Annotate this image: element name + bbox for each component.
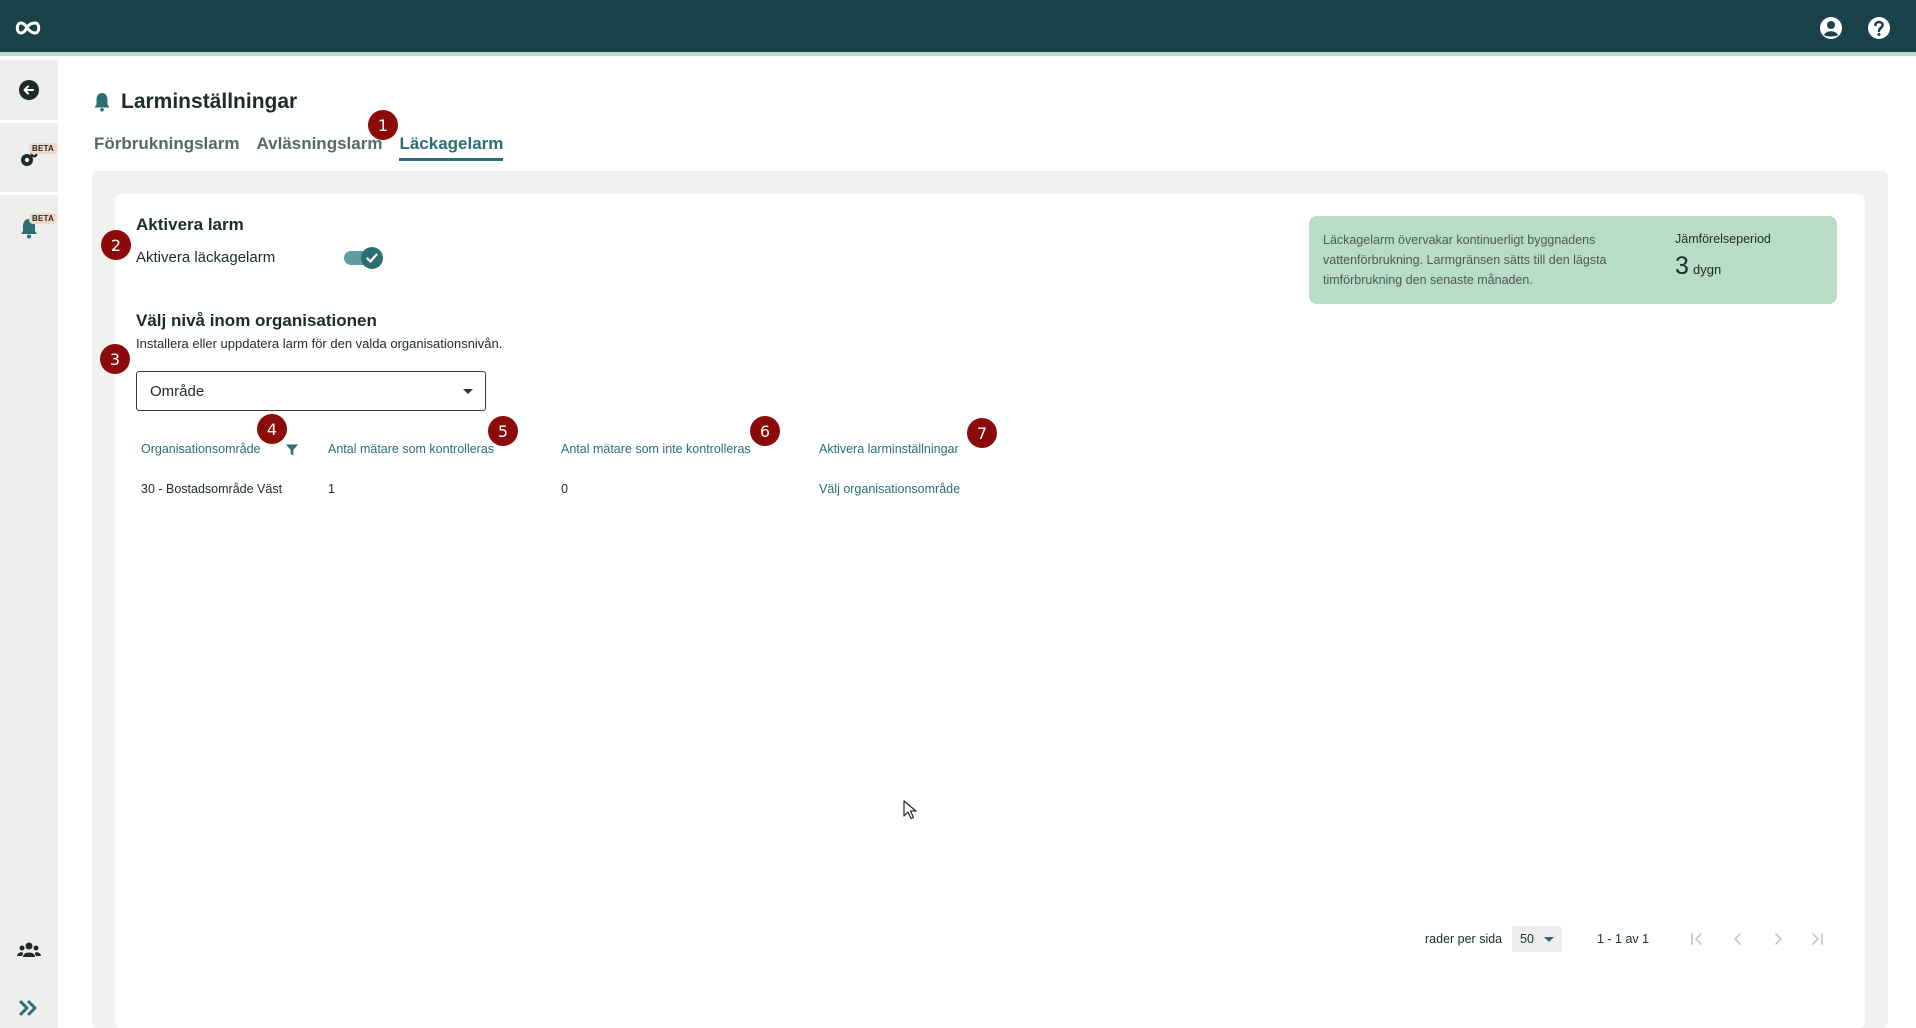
annotation-badge: 3 <box>100 344 130 374</box>
bell-icon <box>94 93 110 112</box>
sidebar-divider <box>0 192 58 195</box>
infinity-logo-icon[interactable] <box>14 14 42 42</box>
column-header-checked-meters[interactable]: Antal mätare som kontrolleras <box>328 442 494 456</box>
rows-per-page-label: rader per sida <box>1425 932 1503 946</box>
comparison-period-label: Jämförelseperiod <box>1675 232 1771 246</box>
annotation-badge: 2 <box>101 230 131 260</box>
annotation-badge: 5 <box>488 416 518 446</box>
info-text: Läckagelarm övervakar kontinuerligt bygg… <box>1323 233 1607 287</box>
annotation-badge: 6 <box>750 416 780 446</box>
tab-consumption-alarm[interactable]: Förbrukningslarm <box>94 134 239 161</box>
settings-card <box>115 194 1865 1028</box>
cell-unchecked-meters: 0 <box>561 482 568 496</box>
back-button[interactable] <box>0 62 58 118</box>
top-bar <box>0 0 1916 56</box>
info-box: Läckagelarm övervakar kontinuerligt bygg… <box>1309 216 1837 304</box>
organisation-level-select[interactable]: Område <box>136 371 486 411</box>
next-page-icon[interactable] <box>1768 929 1788 949</box>
annotation-badge: 4 <box>257 414 287 444</box>
cell-checked-meters: 1 <box>328 482 335 496</box>
tab-leakage-alarm[interactable]: Läckagelarm <box>399 134 504 161</box>
check-icon <box>366 253 378 263</box>
last-page-icon[interactable] <box>1807 929 1827 949</box>
sidebar-item-settings[interactable] <box>0 130 58 186</box>
activate-heading: Aktivera larm <box>136 215 244 234</box>
page-header: Larminställningar <box>93 90 297 114</box>
level-heading: Välj nivå inom organisationen <box>136 311 377 330</box>
select-organisation-area-link[interactable]: Välj organisationsområde <box>819 482 960 496</box>
first-page-icon[interactable] <box>1687 929 1707 949</box>
page-title: Larminställningar <box>121 90 298 113</box>
previous-page-icon[interactable] <box>1728 929 1748 949</box>
expand-sidebar-button[interactable] <box>0 980 58 1028</box>
leakage-alarm-toggle[interactable] <box>344 247 383 269</box>
sidebar-item-alarms[interactable] <box>0 200 58 256</box>
help-circle-icon[interactable] <box>1867 16 1891 40</box>
annotation-badge: 1 <box>368 110 398 140</box>
selected-level: Område <box>150 383 205 400</box>
beta-badge: BETA <box>29 143 57 154</box>
sidebar-item-users[interactable] <box>0 922 58 978</box>
filter-icon[interactable] <box>285 443 299 457</box>
alarm-tabs: Förbrukningslarm Avläsningslarm Läckagel… <box>94 134 504 161</box>
double-chevron-right-icon <box>19 1000 37 1016</box>
column-header-activate-settings[interactable]: Aktivera larminställningar <box>819 442 959 456</box>
sidebar-divider <box>0 120 58 123</box>
arrow-back-icon <box>19 80 39 100</box>
pagination-range: 1 - 1 av 1 <box>1597 932 1650 946</box>
comparison-period-value: 3 <box>1675 252 1689 280</box>
comparison-period-unit: dygn <box>1693 262 1722 277</box>
level-description: Installera eller uppdatera larm för den … <box>136 336 503 351</box>
account-circle-icon[interactable] <box>1819 16 1843 40</box>
annotation-badge: 7 <box>967 418 997 448</box>
rows-per-page-value: 50 <box>1520 932 1534 946</box>
mouse-pointer-icon <box>903 800 917 820</box>
chevron-down-icon <box>1544 937 1554 942</box>
users-icon <box>17 942 41 957</box>
tab-reading-alarm[interactable]: Avläsningslarm <box>256 134 382 161</box>
rows-per-page-select[interactable]: 50 <box>1512 926 1562 952</box>
toggle-label: Aktivera läckagelarm <box>136 249 276 266</box>
chevron-down-icon <box>463 389 473 394</box>
toggle-knob <box>361 247 383 269</box>
column-header-unchecked-meters[interactable]: Antal mätare som inte kontrolleras <box>561 442 751 456</box>
beta-badge: BETA <box>29 213 57 224</box>
cell-organisation: 30 - Bostadsområde Väst <box>141 482 283 496</box>
column-header-organisation[interactable]: Organisationsområde <box>141 442 261 456</box>
